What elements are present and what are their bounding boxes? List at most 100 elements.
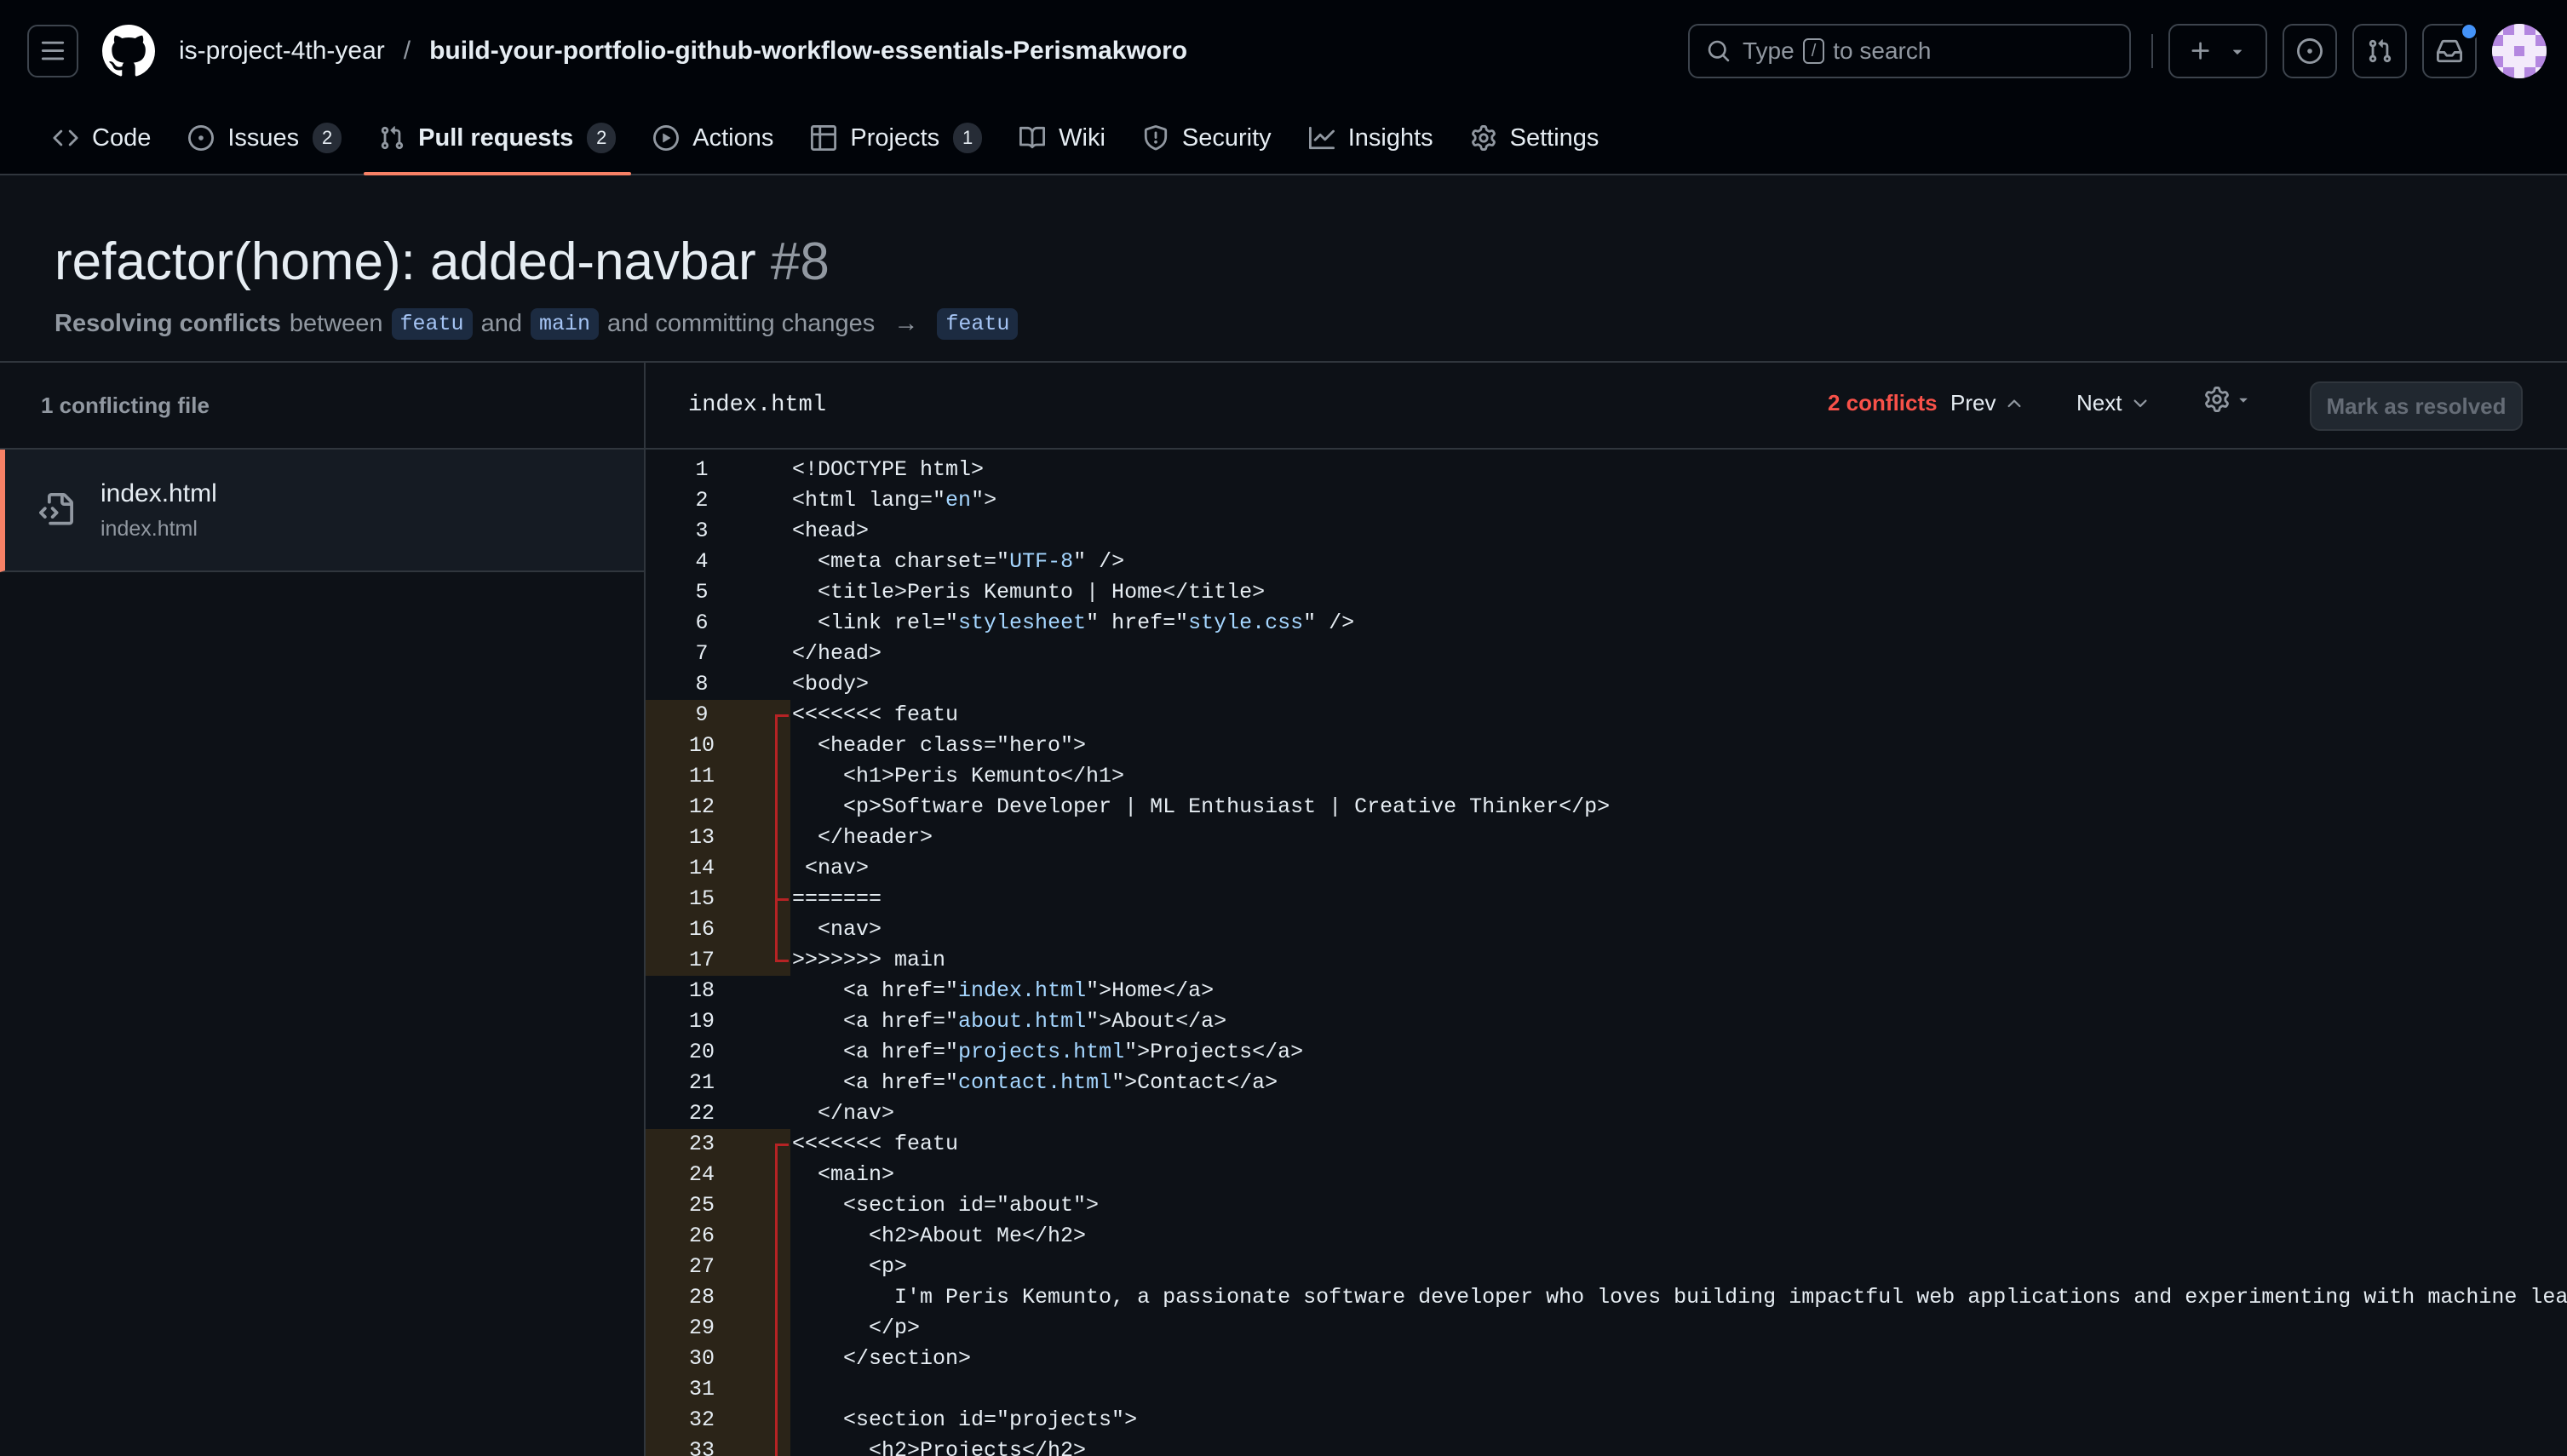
line-number: 21: [688, 1070, 715, 1095]
conflict-gutter: [758, 1129, 790, 1160]
tab-issues[interactable]: Issues 2: [173, 102, 357, 174]
line-text: <<<<<<< featu: [792, 1132, 959, 1156]
code-line: 10 <header class="hero">: [646, 731, 2567, 761]
inbox-icon: [2437, 39, 2462, 63]
file-name: index.html: [100, 479, 217, 507]
hamburger-menu-button[interactable]: [27, 25, 78, 77]
code-line: 7 </head>: [646, 639, 2567, 669]
tab-insights[interactable]: Insights: [1294, 102, 1449, 174]
conflict-gutter: [758, 792, 790, 823]
code-line: 21 <a href="contact.html">Contact</a>: [646, 1068, 2567, 1098]
inbox-button[interactable]: [2422, 22, 2478, 78]
resolving-subline: Resolving conflicts between featu and ma…: [55, 308, 2567, 340]
line-text: <body>: [792, 672, 870, 696]
line-text: </header>: [792, 825, 933, 850]
tab-settings[interactable]: Settings: [1456, 102, 1615, 174]
create-new-button[interactable]: [2168, 24, 2267, 78]
projects-counter: 1: [953, 123, 983, 153]
line-number: 9: [646, 700, 758, 731]
graph-icon: [1308, 126, 1335, 150]
resolving-label: Resolving conflicts: [55, 310, 281, 337]
line-number: 7: [695, 641, 709, 666]
tab-pull-requests[interactable]: Pull requests 2: [364, 102, 632, 175]
git-pull-request-icon: [2369, 39, 2392, 63]
line-text: <h2>Projects</h2>: [792, 1438, 1087, 1456]
three-bars-icon: [41, 41, 65, 60]
committing-text: and committing changes: [606, 310, 876, 337]
code-line: 4 <meta charset="UTF-8" />: [646, 547, 2567, 577]
code-line: 17 >>>>>>> main: [646, 945, 2567, 976]
code-area[interactable]: 1 <!DOCTYPE html> 2 <html lang="en"> 3 <head>…: [646, 450, 2567, 1456]
pull-requests-button[interactable]: [2352, 24, 2407, 78]
line-text: <a href="index.html">Home</a>: [792, 978, 1215, 1003]
search-input[interactable]: Type / to search: [1688, 24, 2131, 78]
line-text: I'm Peris Kemunto, a passionate software…: [792, 1285, 2567, 1310]
code-line: 13 </header>: [646, 823, 2567, 853]
github-logo-icon[interactable]: [102, 25, 155, 77]
conflicting-file-item[interactable]: index.html index.html: [0, 450, 644, 572]
line-text: <a href="projects.html">Projects</a>: [792, 1040, 1304, 1064]
line-text: [790, 1374, 792, 1405]
issues-button[interactable]: [2283, 24, 2337, 78]
code-line: 31: [646, 1374, 2567, 1405]
line-number: 31: [646, 1374, 758, 1405]
repo-name-link[interactable]: build-your-portfolio-github-workflow-ess…: [429, 37, 1187, 66]
target-branch-label: featu: [937, 308, 1019, 340]
code-line: 3 <head>: [646, 516, 2567, 547]
book-icon: [1019, 126, 1046, 149]
base-branch-label: main: [530, 308, 599, 340]
mark-as-resolved-button[interactable]: Mark as resolved: [2310, 381, 2523, 431]
pr-number: #8: [770, 232, 830, 291]
line-text: <<<<<<< featu: [792, 702, 959, 727]
prev-conflict-button[interactable]: Prev: [1950, 390, 2024, 416]
tab-label: Pull requests: [418, 123, 574, 152]
tab-label: Actions: [692, 123, 774, 152]
tab-label: Issues: [227, 123, 300, 152]
tab-label: Security: [1181, 123, 1272, 152]
code-line: 32 <section id="projects">: [646, 1405, 2567, 1436]
line-number: 16: [646, 914, 758, 945]
conflict-gutter: [758, 1098, 790, 1129]
line-number: 25: [646, 1190, 758, 1221]
repo-header: is-project-4th-year / build-your-portfol…: [0, 0, 2567, 175]
conflict-gutter: [758, 700, 790, 731]
search-placeholder-prefix: Type: [1743, 37, 1795, 64]
line-number: 23: [646, 1129, 758, 1160]
repo-owner-link[interactable]: is-project-4th-year: [179, 37, 385, 66]
search-placeholder-suffix: to search: [1833, 37, 1932, 64]
code-line: 6 <link rel="stylesheet" href="style.css…: [646, 608, 2567, 639]
code-line: 25 <section id="about">: [646, 1190, 2567, 1221]
line-text: <title>Peris Kemunto | Home</title>: [792, 580, 1266, 605]
conflict-gutter: [758, 1068, 790, 1098]
tab-wiki[interactable]: Wiki: [1004, 102, 1121, 174]
tab-label: Projects: [850, 123, 940, 152]
avatar[interactable]: [2492, 24, 2547, 78]
line-text: </nav>: [792, 1101, 895, 1126]
tab-security[interactable]: Security: [1128, 102, 1287, 174]
tab-projects[interactable]: Projects 1: [795, 102, 997, 174]
next-conflict-button[interactable]: Next: [2076, 390, 2151, 416]
triangle-down-icon: [2239, 398, 2248, 403]
conflict-gutter: [758, 577, 790, 608]
editor-settings-button[interactable]: [2204, 387, 2252, 412]
gear-icon: [2205, 387, 2229, 412]
line-number: 8: [695, 672, 709, 696]
line-text: <link rel="stylesheet" href="style.css" …: [792, 610, 1355, 635]
line-text: <nav>: [792, 917, 882, 942]
repo-tabs: Code Issues 2 Pull requests 2 Actions Pr…: [0, 102, 2567, 175]
triangle-down-icon: [2232, 49, 2243, 54]
line-number: 2: [695, 488, 709, 513]
line-text: <p>Software Developer | ML Enthusiast | …: [792, 794, 1611, 819]
breadcrumb-separator: /: [403, 37, 411, 65]
line-text: <meta charset="UTF-8" />: [792, 549, 1125, 574]
tab-actions[interactable]: Actions: [638, 102, 789, 174]
tab-code[interactable]: Code: [37, 102, 166, 174]
file-path: index.html: [100, 516, 198, 541]
line-number: 3: [695, 519, 709, 543]
line-number: 28: [646, 1282, 758, 1313]
code-line: 19 <a href="about.html">About</a>: [646, 1006, 2567, 1037]
line-text: <section id="about">: [792, 1193, 1100, 1218]
conflict-gutter: [758, 669, 790, 700]
line-number: 10: [646, 731, 758, 761]
page-title: refactor(home): added-navbar #8: [55, 228, 2567, 296]
